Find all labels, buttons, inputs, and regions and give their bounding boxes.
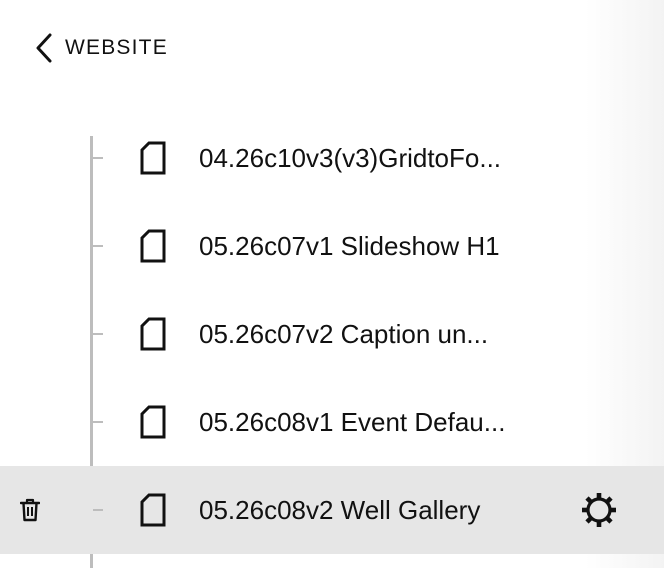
page-item-label: 05.26c07v1 Slideshow H1 (199, 231, 500, 261)
page-item-label: 05.26c08v2 Well Gallery (199, 495, 481, 525)
trash-icon[interactable] (20, 498, 40, 522)
page-icon (139, 405, 167, 439)
tree-branch (93, 421, 103, 423)
page-icon (139, 493, 167, 527)
gear-icon[interactable] (580, 491, 618, 529)
page-list: 04.26c10v3(v3)GridtoFo... 05.26c07v1 Sli… (0, 114, 664, 554)
tree-branch (93, 509, 103, 511)
tree-branch (93, 157, 103, 159)
page-icon (139, 141, 167, 175)
page-icon (139, 317, 167, 351)
chevron-left-icon (34, 32, 54, 64)
page-item-selected[interactable]: 05.26c08v2 Well Gallery (0, 466, 664, 554)
page-item[interactable]: 05.26c07v2 Caption un... (0, 290, 664, 378)
page-item[interactable]: 04.26c10v3(v3)GridtoFo... (0, 114, 664, 202)
page-item-label: 05.26c08v1 Event Defau... (199, 407, 506, 437)
page-item[interactable]: 05.26c07v1 Slideshow H1 (0, 202, 664, 290)
pages-panel: WEBSITE 04.26c10v3(v3)GridtoFo... 05.26c… (0, 0, 664, 568)
tree-branch (93, 333, 103, 335)
tree-branch (93, 245, 103, 247)
back-to-website-button[interactable]: WEBSITE (34, 30, 168, 66)
page-icon (139, 229, 167, 263)
page-item-label: 04.26c10v3(v3)GridtoFo... (199, 143, 502, 173)
page-item[interactable]: 05.26c08v1 Event Defau... (0, 378, 664, 466)
back-label: WEBSITE (65, 36, 168, 59)
page-item-label: 05.26c07v2 Caption un... (199, 319, 489, 349)
